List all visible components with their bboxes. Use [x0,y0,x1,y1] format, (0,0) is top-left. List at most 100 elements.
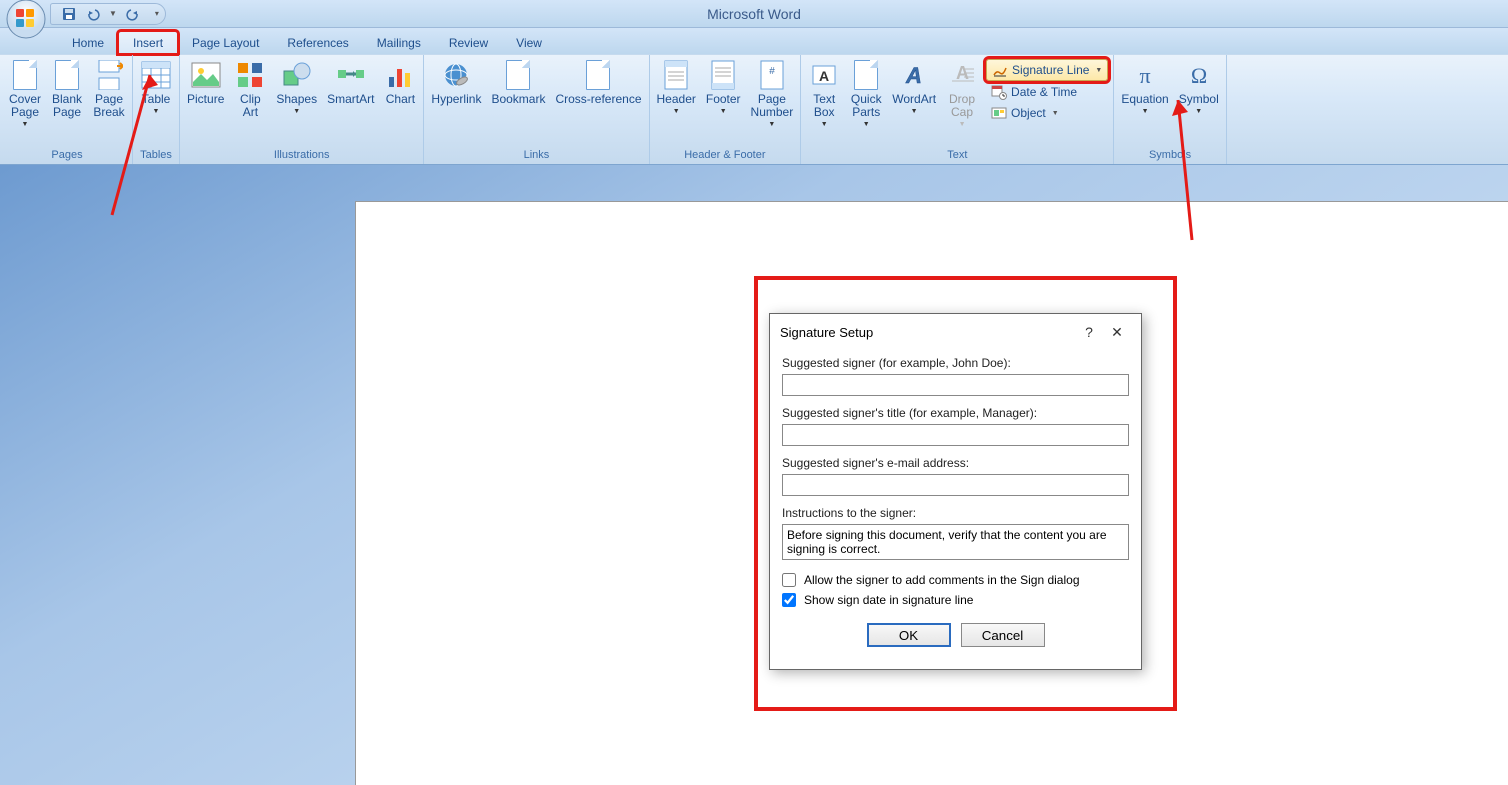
quick-access-toolbar: ▼ ▾ [50,3,166,25]
tab-mailings[interactable]: Mailings [363,32,435,54]
picture-button[interactable]: Picture [183,57,228,108]
svg-text:A: A [905,63,922,88]
page-break-icon [93,59,125,91]
blank-page-icon [51,59,83,91]
group-text: A Text Box ▼ Quick Parts ▼ A WordArt ▼ A… [801,55,1114,164]
object-icon [991,105,1007,121]
group-symbols: π Equation ▼ Ω Symbol ▼ Symbols [1114,55,1226,164]
help-icon[interactable]: ? [1075,322,1103,342]
group-illustrations: Picture Clip Art Shapes ▼ SmartArt Chart… [180,55,424,164]
quick-parts-button[interactable]: Quick Parts ▼ [846,57,886,130]
table-button[interactable]: Table ▼ [136,57,176,117]
bookmark-icon [502,59,534,91]
chart-button[interactable]: Chart [380,57,420,108]
signer-input[interactable] [782,374,1129,396]
tab-references[interactable]: References [273,32,362,54]
signature-setup-dialog: Signature Setup ? ✕ Suggested signer (fo… [769,313,1142,670]
svg-text:A: A [819,68,829,84]
hyperlink-button[interactable]: Hyperlink [427,57,485,108]
group-label-pages: Pages [5,147,129,164]
date-time-button[interactable]: Date & Time [986,82,1108,102]
picture-icon [190,59,222,91]
shapes-icon [281,59,313,91]
svg-text:#: # [769,66,775,77]
signature-line-label: Signature Line [1012,63,1089,77]
page-number-icon: # [756,59,788,91]
footer-icon [707,59,739,91]
instructions-textarea[interactable] [782,524,1129,560]
redo-icon[interactable] [125,6,141,22]
wordart-button[interactable]: A WordArt ▼ [888,57,940,117]
qat-customize-icon[interactable]: ▾ [155,9,159,18]
chart-icon [384,59,416,91]
symbol-button[interactable]: Ω Symbol ▼ [1175,57,1223,117]
group-label-symbols: Symbols [1117,147,1222,164]
wordart-icon: A [898,59,930,91]
drop-cap-icon: A [946,59,978,91]
equation-button[interactable]: π Equation ▼ [1117,57,1172,117]
smartart-button[interactable]: SmartArt [323,57,378,108]
tab-review[interactable]: Review [435,32,502,54]
ribbon-tabs: Home Insert Page Layout References Maili… [0,28,1508,54]
date-time-label: Date & Time [1011,85,1077,99]
equation-icon: π [1129,59,1161,91]
allow-comments-checkbox[interactable] [782,573,796,587]
bookmark-button[interactable]: Bookmark [487,57,549,108]
chevron-down-icon: ▼ [1052,110,1059,117]
drop-cap-button[interactable]: A Drop Cap ▼ [942,57,982,130]
signer-title-label: Suggested signer's title (for example, M… [782,406,1129,420]
table-icon [140,59,172,91]
text-box-button[interactable]: A Text Box ▼ [804,57,844,130]
text-box-icon: A [808,59,840,91]
ok-button[interactable]: OK [867,623,951,647]
tab-page-layout[interactable]: Page Layout [178,32,273,54]
clip-art-icon [234,59,266,91]
footer-button[interactable]: Footer ▼ [702,57,745,117]
group-tables: Table ▼ Tables [133,55,180,164]
allow-comments-label: Allow the signer to add comments in the … [804,573,1080,587]
header-button[interactable]: Header ▼ [653,57,700,117]
ribbon: Cover Page ▼ Blank Page Page Break Pages [0,54,1508,165]
close-icon[interactable]: ✕ [1103,322,1131,342]
blank-page-button[interactable]: Blank Page [47,57,87,121]
group-label-illustrations: Illustrations [183,147,420,164]
show-date-label: Show sign date in signature line [804,593,973,607]
quick-parts-icon [850,59,882,91]
save-icon[interactable] [61,6,77,22]
date-time-icon [991,84,1007,100]
undo-icon[interactable] [85,6,101,22]
group-label-links: Links [427,147,645,164]
group-pages: Cover Page ▼ Blank Page Page Break Pages [2,55,133,164]
page-break-button[interactable]: Page Break [89,57,129,121]
cover-page-icon [9,59,41,91]
signer-email-input[interactable] [782,474,1129,496]
shapes-button[interactable]: Shapes ▼ [272,57,321,117]
object-button[interactable]: Object ▼ [986,103,1108,123]
cancel-button[interactable]: Cancel [961,623,1045,647]
signer-email-label: Suggested signer's e-mail address: [782,456,1129,470]
tab-insert[interactable]: Insert [118,31,178,54]
office-button[interactable] [5,0,47,40]
symbol-icon: Ω [1183,59,1215,91]
signer-title-input[interactable] [782,424,1129,446]
signer-label: Suggested signer (for example, John Doe)… [782,356,1129,370]
cover-page-button[interactable]: Cover Page ▼ [5,57,45,130]
header-icon [660,59,692,91]
svg-text:π: π [1139,63,1150,88]
clip-art-button[interactable]: Clip Art [230,57,270,121]
group-label-tables: Tables [136,147,176,164]
page-number-button[interactable]: # Page Number ▼ [747,57,798,130]
instructions-label: Instructions to the signer: [782,506,1129,520]
hyperlink-icon [440,59,472,91]
signature-line-button[interactable]: Signature Line ▼ [986,59,1108,81]
group-label-header-footer: Header & Footer [653,147,798,164]
chevron-down-icon: ▼ [1095,67,1102,74]
dialog-title: Signature Setup [780,325,1075,340]
show-date-checkbox[interactable] [782,593,796,607]
smartart-icon [335,59,367,91]
object-label: Object [1011,106,1046,120]
tab-home[interactable]: Home [58,32,118,54]
cross-reference-button[interactable]: Cross-reference [551,57,645,108]
tab-view[interactable]: View [502,32,556,54]
undo-dropdown-icon[interactable]: ▼ [109,9,117,18]
